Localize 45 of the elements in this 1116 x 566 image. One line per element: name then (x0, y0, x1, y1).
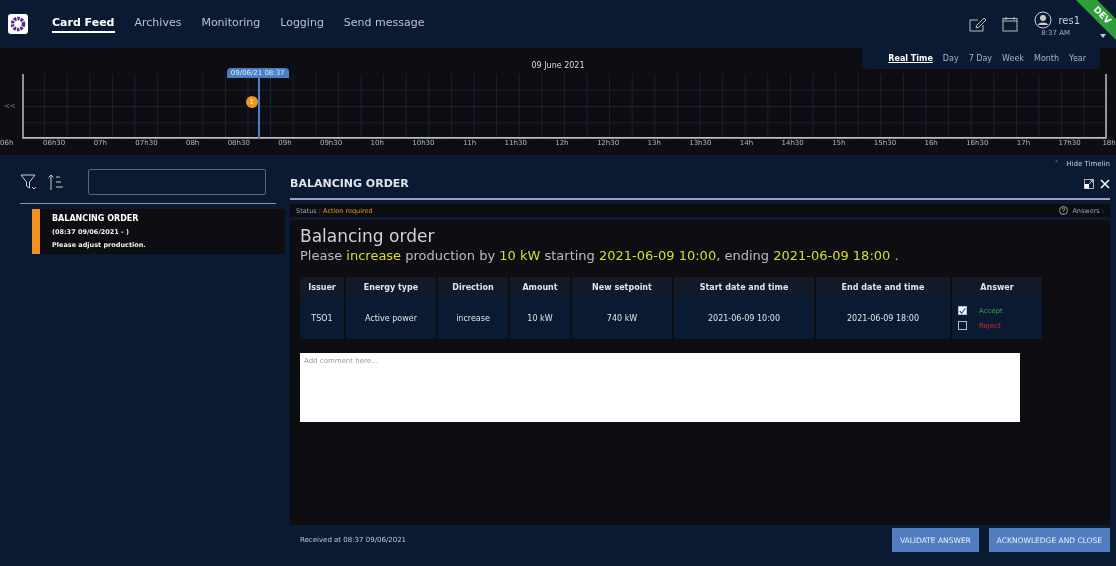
expand-icon[interactable] (1084, 178, 1094, 189)
timeline-date: 09 June 2021 (531, 61, 585, 70)
column-header: New setpoint (572, 277, 672, 297)
search-field[interactable] (88, 169, 266, 195)
column-header: Issuer (300, 277, 344, 297)
answer-checkbox[interactable] (958, 321, 967, 330)
sort-icon[interactable] (48, 173, 64, 191)
user-name: res1 (1058, 14, 1080, 26)
column-header: Amount (510, 277, 570, 297)
nav-tab[interactable]: Logging (280, 15, 324, 33)
column-header: End date and time (816, 277, 950, 297)
column-header: Energy type (346, 277, 436, 297)
card-detail-title: BALANCING ORDER (290, 177, 409, 190)
range-tab[interactable]: Real Time (888, 54, 933, 63)
nav-tab[interactable]: Monitoring (201, 15, 261, 33)
user-avatar-icon[interactable] (1034, 11, 1053, 29)
range-tab[interactable]: 7 Day (968, 54, 993, 63)
card-heading: Balancing order (300, 226, 436, 246)
help-icon[interactable] (1059, 206, 1069, 215)
table-cell: TSO1 (300, 297, 344, 339)
column-header: Answer (952, 277, 1042, 297)
dropdown-caret-icon[interactable] (1100, 34, 1106, 38)
edit-icon[interactable] (969, 16, 987, 32)
column-header: Direction (438, 277, 508, 297)
answer-checkbox[interactable] (958, 306, 967, 315)
calendar-icon[interactable] (1002, 16, 1019, 32)
range-tab[interactable]: Day (942, 54, 959, 63)
range-tab[interactable]: Month (1034, 54, 1060, 63)
table-cell: Active power (346, 297, 436, 339)
range-tab[interactable]: Week (1002, 54, 1024, 63)
table-cell: 740 kW (572, 297, 672, 339)
card-title: BALANCING ORDER (52, 214, 140, 223)
table-cell: 2021-06-09 10:00 (674, 297, 814, 339)
filter-icon[interactable] (20, 173, 38, 191)
order-sentence: Please increase production by 10 kW starting 2021-06-09 10:00, ending 2021-06-09 18:00 . (300, 248, 900, 263)
table-cell: increase (438, 297, 508, 339)
column-header: Start date and time (674, 277, 814, 297)
table-cell: 10 kW (510, 297, 570, 339)
nav-tab[interactable]: Archives (134, 15, 182, 33)
logo-icon (8, 14, 28, 34)
range-tab[interactable]: Year (1069, 54, 1086, 63)
close-icon[interactable] (1100, 178, 1110, 189)
nav-tab[interactable]: Send message (343, 15, 425, 33)
nav-tab[interactable]: Card Feed (52, 15, 115, 33)
table-cell: 2021-06-09 18:00 (816, 297, 950, 339)
